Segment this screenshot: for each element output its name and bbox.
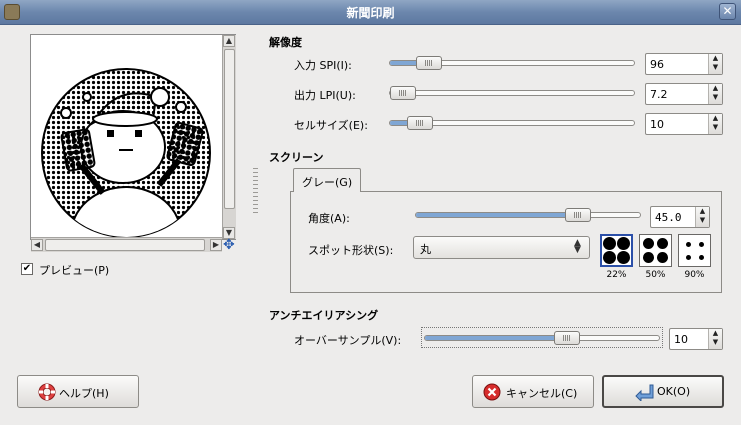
pane-grip[interactable]	[253, 168, 258, 214]
cell-size-slider[interactable]	[389, 116, 635, 130]
enter-arrow-icon	[635, 384, 654, 401]
spin-arrows-icon[interactable]: ▲ ▼	[708, 54, 722, 74]
screen-heading: スクリーン	[269, 151, 324, 164]
cancel-icon	[483, 383, 501, 401]
tab-gray-label: グレー(G)	[302, 176, 353, 189]
shape-preset-22[interactable]	[600, 234, 633, 267]
shape-preset-50[interactable]	[639, 234, 672, 267]
scroll-right-icon[interactable]: ▶	[210, 239, 222, 251]
close-icon: ✕	[722, 4, 733, 18]
horizontal-scroll-thumb[interactable]	[45, 239, 205, 251]
close-button[interactable]: ✕	[719, 3, 736, 20]
vertical-scroll-thumb[interactable]	[224, 49, 235, 209]
angle-value[interactable]: 45.0	[655, 211, 682, 224]
angle-spinner[interactable]: 45.0 ▲ ▼	[650, 206, 710, 228]
shape-caption-22: 22%	[606, 270, 627, 280]
oversample-value[interactable]: 10	[674, 333, 688, 346]
spin-arrows-icon[interactable]: ▲ ▼	[708, 114, 722, 134]
cancel-button-label: キャンセル(C)	[506, 387, 578, 400]
input-spi-value[interactable]: 96	[650, 58, 664, 71]
output-lpi-value[interactable]: 7.2	[650, 88, 668, 101]
preview-checkbox[interactable]: ✔	[21, 263, 33, 275]
scroll-up-icon[interactable]: ▲	[223, 35, 235, 47]
shape-caption-50: 50%	[645, 270, 666, 280]
spot-shape-label: スポット形状(S):	[308, 244, 394, 257]
ok-button[interactable]: OK(O)	[602, 375, 724, 408]
help-button-label: ヘルプ(H)	[59, 387, 109, 400]
window-title: 新聞印刷	[346, 6, 395, 20]
help-button[interactable]: ヘルプ(H)	[17, 375, 139, 408]
spot-shape-combo[interactable]: 丸 ▲ ▼	[413, 236, 590, 259]
input-spi-spinner[interactable]: 96 ▲ ▼	[645, 53, 723, 75]
ok-button-label: OK(O)	[657, 385, 691, 398]
cell-size-value[interactable]: 10	[650, 118, 664, 131]
preview-horizontal-scrollbar[interactable]: ◀ ▶	[31, 237, 222, 252]
slider-handle[interactable]	[416, 56, 442, 70]
spin-arrows-icon[interactable]: ▲ ▼	[708, 84, 722, 104]
combo-arrows-icon: ▲ ▼	[574, 238, 581, 255]
oversample-slider[interactable]	[424, 331, 660, 345]
oversample-spinner[interactable]: 10 ▲ ▼	[669, 328, 723, 350]
cell-size-spinner[interactable]: 10 ▲ ▼	[645, 113, 723, 135]
cell-size-label: セルサイズ(E):	[294, 119, 368, 132]
cancel-button[interactable]: キャンセル(C)	[472, 375, 594, 408]
preview-checkbox-label: プレビュー(P)	[39, 264, 110, 277]
navigate-icon[interactable]: ✥	[223, 238, 235, 252]
output-lpi-slider[interactable]	[389, 86, 635, 100]
spin-arrows-icon[interactable]: ▲ ▼	[695, 207, 709, 227]
shape-caption-90: 90%	[684, 270, 705, 280]
slider-handle[interactable]	[390, 86, 416, 100]
spin-arrows-icon[interactable]: ▲ ▼	[708, 329, 722, 349]
input-spi-label: 入力 SPI(I):	[294, 59, 352, 72]
tab-gray[interactable]: グレー(G)	[293, 168, 361, 192]
oversample-label: オーバーサンプル(V):	[294, 334, 402, 347]
shape-preset-90[interactable]	[678, 234, 711, 267]
input-spi-slider[interactable]	[389, 56, 635, 70]
slider-handle[interactable]	[565, 208, 591, 222]
scroll-left-icon[interactable]: ◀	[31, 239, 43, 251]
slider-handle[interactable]	[407, 116, 433, 130]
output-lpi-label: 出力 LPI(U):	[294, 89, 356, 102]
slider-handle[interactable]	[554, 331, 580, 345]
preview-image	[31, 35, 222, 237]
preview-vertical-scrollbar[interactable]: ▲ ▼	[222, 35, 236, 239]
spot-shape-value: 丸	[420, 243, 431, 256]
resolution-heading: 解像度	[269, 36, 302, 49]
angle-slider[interactable]	[415, 208, 641, 222]
lifebuoy-icon	[38, 383, 56, 401]
antialiasing-heading: アンチエイリアシング	[269, 309, 379, 322]
output-lpi-spinner[interactable]: 7.2 ▲ ▼	[645, 83, 723, 105]
angle-label: 角度(A):	[308, 212, 350, 225]
